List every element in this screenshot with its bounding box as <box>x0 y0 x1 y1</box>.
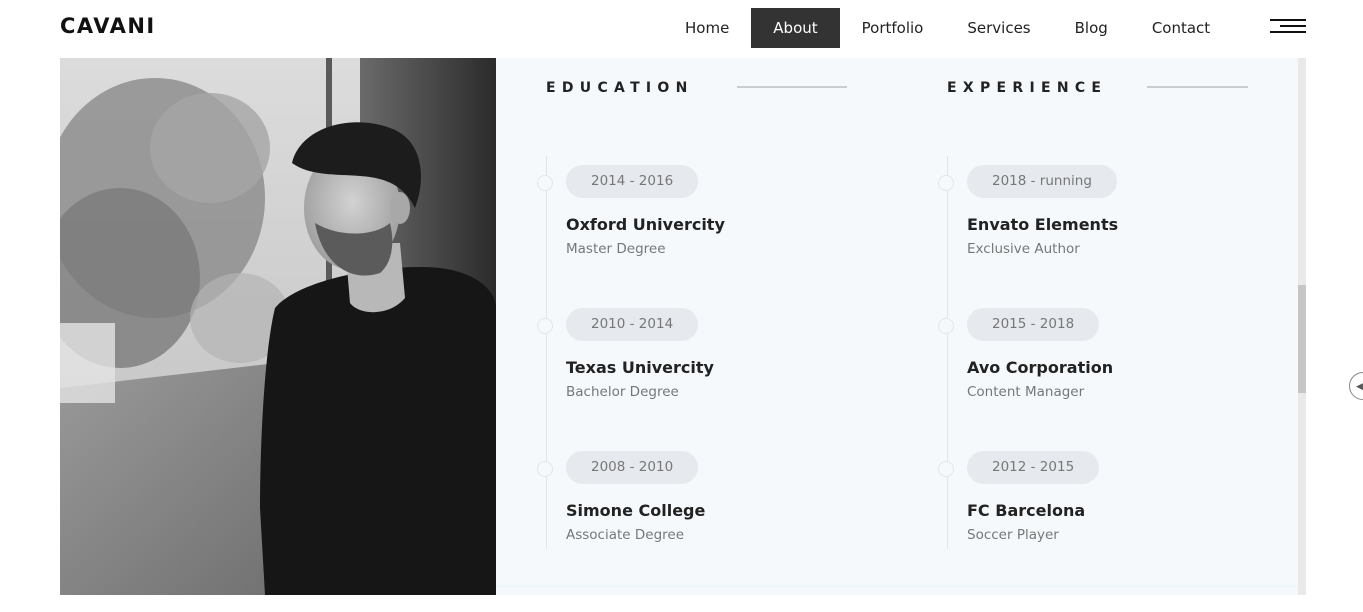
nav-contact[interactable]: Contact <box>1130 8 1232 48</box>
item-title: FC Barcelona <box>967 501 1086 520</box>
timeline-dot <box>938 461 954 477</box>
site-logo[interactable]: CAVANI <box>60 14 156 38</box>
year-badge: 2018 - running <box>967 165 1117 198</box>
year-badge: 2014 - 2016 <box>566 165 699 198</box>
experience-item: 2018 - running Envato Elements Exclusive… <box>938 165 1307 275</box>
timeline-dot <box>938 318 954 334</box>
item-subtitle: Content Manager <box>967 384 1085 400</box>
chevron-left-icon[interactable]: ◀ <box>1349 372 1363 400</box>
year-badge: 2015 - 2018 <box>967 308 1100 341</box>
nav-services[interactable]: Services <box>945 8 1052 48</box>
item-title: Oxford Univercity <box>566 215 725 234</box>
education-column: EDUCATION 2014 - 2016 Oxford Univercity … <box>537 58 916 595</box>
nav-about[interactable]: About <box>751 8 840 48</box>
experience-item: 2015 - 2018 Avo Corporation Content Mana… <box>938 308 1307 418</box>
timeline-dot <box>537 318 553 334</box>
year-badge: 2010 - 2014 <box>566 308 699 341</box>
resume-panel: EDUCATION 2014 - 2016 Oxford Univercity … <box>496 58 1298 595</box>
timeline-dot <box>537 461 553 477</box>
item-title: Texas Univercity <box>566 358 714 377</box>
education-heading-divider <box>737 86 847 88</box>
panel-scrollbar-thumb[interactable] <box>1298 285 1306 393</box>
experience-heading: EXPERIENCE <box>947 80 1108 96</box>
item-subtitle: Associate Degree <box>566 527 685 543</box>
item-subtitle: Bachelor Degree <box>566 384 679 400</box>
portrait-photo <box>60 58 496 595</box>
nav-home[interactable]: Home <box>663 8 751 48</box>
education-item: 2014 - 2016 Oxford Univercity Master Deg… <box>537 165 906 275</box>
timeline-dot <box>938 175 954 191</box>
nav-blog[interactable]: Blog <box>1053 8 1130 48</box>
item-title: Envato Elements <box>967 215 1119 234</box>
nav-portfolio[interactable]: Portfolio <box>840 8 946 48</box>
timeline-dot <box>537 175 553 191</box>
experience-column: EXPERIENCE 2018 - running Envato Element… <box>938 58 1317 595</box>
education-heading: EDUCATION <box>546 80 694 96</box>
site-header: CAVANI Home About Portfolio Services Blo… <box>0 0 1363 58</box>
year-badge: 2012 - 2015 <box>967 451 1100 484</box>
item-subtitle: Soccer Player <box>967 527 1059 543</box>
experience-heading-divider <box>1147 86 1248 88</box>
experience-item: 2012 - 2015 FC Barcelona Soccer Player <box>938 451 1307 561</box>
item-subtitle: Master Degree <box>566 241 666 257</box>
year-badge: 2008 - 2010 <box>566 451 699 484</box>
panel-bottom-divider <box>496 585 1298 587</box>
education-item: 2010 - 2014 Texas Univercity Bachelor De… <box>537 308 906 418</box>
main-nav: Home About Portfolio Services Blog Conta… <box>663 8 1232 48</box>
item-title: Avo Corporation <box>967 358 1114 377</box>
item-title: Simone College <box>566 501 706 520</box>
item-subtitle: Exclusive Author <box>967 241 1080 257</box>
hamburger-menu-icon[interactable] <box>1270 19 1306 35</box>
education-item: 2008 - 2010 Simone College Associate Deg… <box>537 451 906 561</box>
